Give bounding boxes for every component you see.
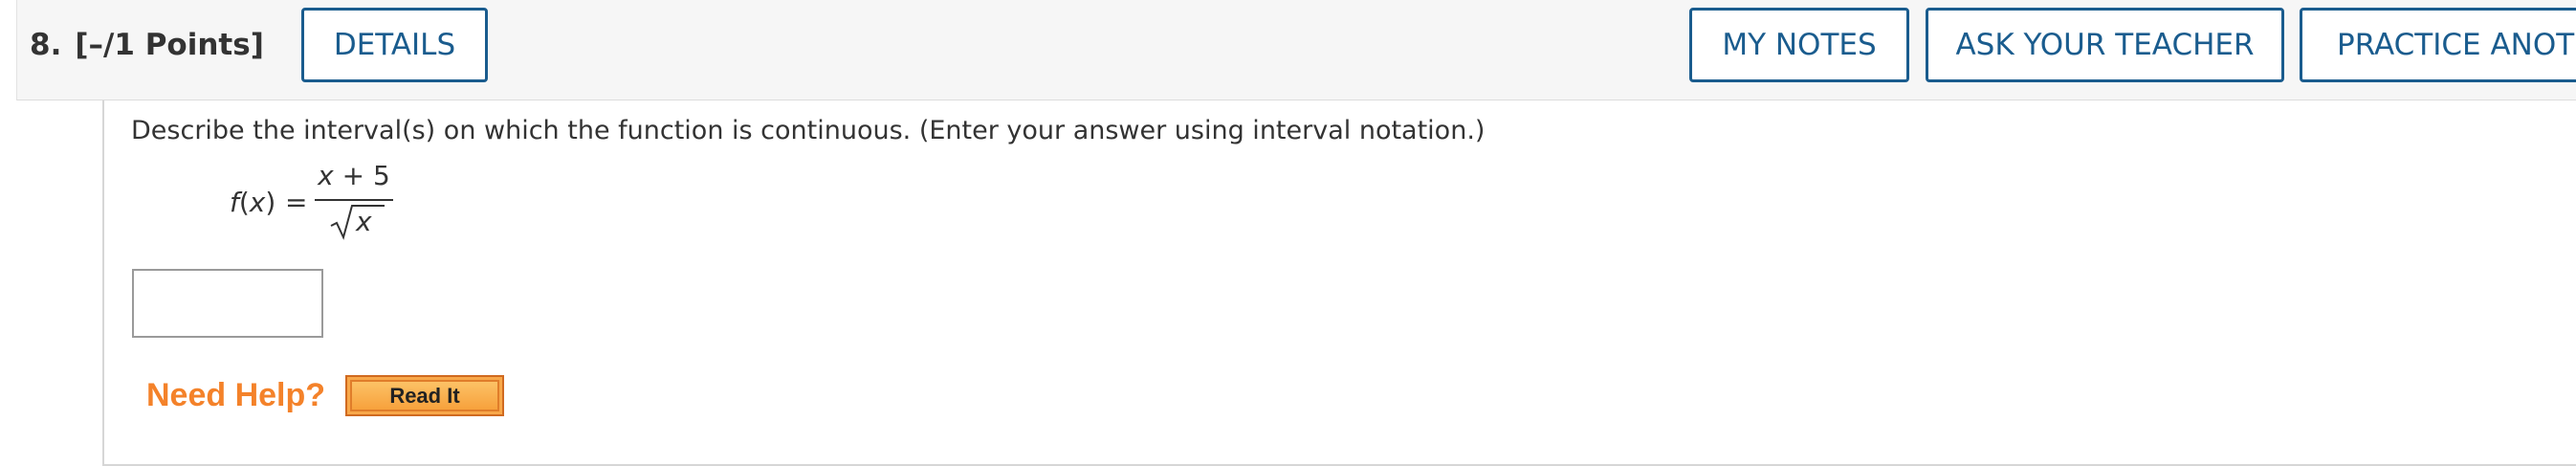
denominator-variable: x — [356, 206, 372, 237]
numerator-variable: x — [318, 160, 334, 191]
fraction-denominator: x — [329, 203, 386, 241]
practice-another-button[interactable]: PRACTICE ANOTHER — [2300, 8, 2576, 82]
fraction-numerator: x + 5 — [315, 159, 393, 193]
function-fraction: x + 5 x — [315, 159, 393, 245]
function-name: f — [230, 187, 239, 218]
question-title: 8. [–/1 Points] — [30, 27, 264, 63]
question-number: 8. — [30, 28, 62, 62]
details-button[interactable]: DETAILS — [301, 8, 488, 82]
function-lhs: f(x) — [230, 187, 276, 218]
question-prompt: Describe the interval(s) on which the fu… — [131, 116, 1486, 145]
question-points: [–/1 Points] — [75, 28, 264, 62]
my-notes-button[interactable]: MY NOTES — [1689, 8, 1909, 82]
equals-sign: = — [285, 187, 308, 218]
need-help-label: Need Help? — [146, 377, 326, 413]
function-arg: x — [249, 187, 266, 218]
read-it-label: Read It — [350, 380, 499, 411]
answer-input[interactable] — [132, 269, 323, 338]
fraction-bar — [315, 199, 393, 201]
ask-your-teacher-button[interactable]: ASK YOUR TEACHER — [1926, 8, 2284, 82]
read-it-button[interactable]: Read It — [345, 375, 504, 416]
numerator-constant: + 5 — [333, 160, 390, 191]
